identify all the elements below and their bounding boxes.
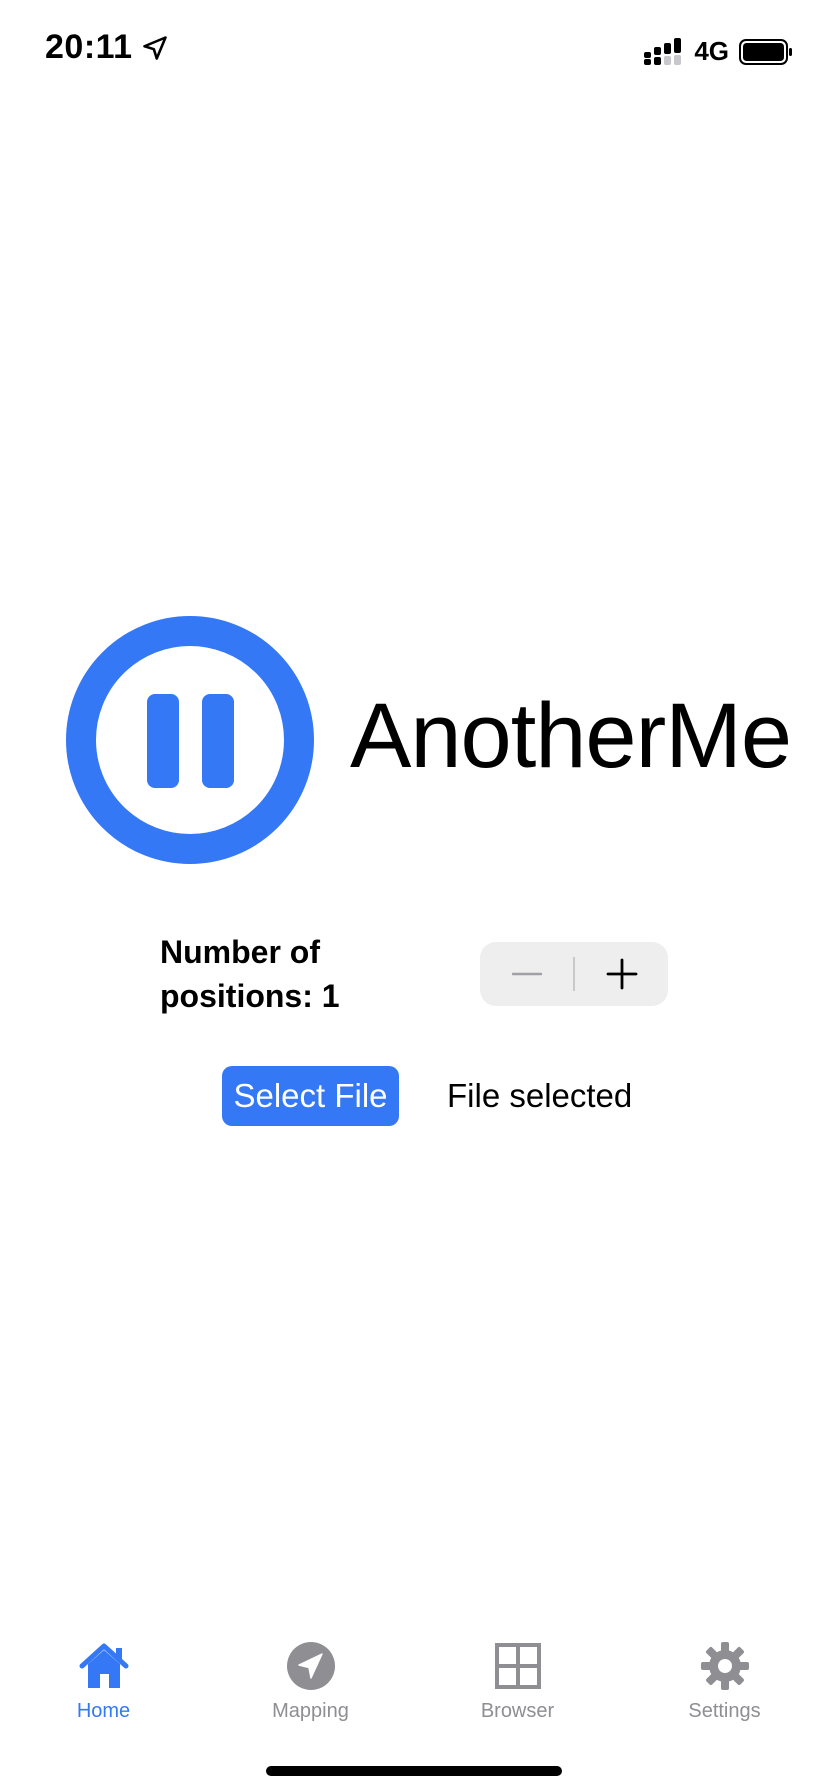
battery-icon — [739, 38, 792, 65]
location-arrow-icon — [142, 35, 167, 60]
tab-browser-label: Browser — [480, 1700, 555, 1722]
tab-home-label: Home — [76, 1700, 131, 1722]
tab-mapping-label: Mapping — [272, 1700, 349, 1722]
file-status: File selected — [447, 1077, 633, 1114]
status-time: 20:11 — [45, 28, 169, 67]
decrement-button[interactable] — [480, 942, 573, 1006]
grid-icon — [494, 1643, 541, 1689]
gear-icon — [700, 1642, 749, 1690]
status-bar: 20:11 4G — [0, 0, 828, 100]
navigation-arrow-icon — [286, 1642, 335, 1690]
positions-stepper — [480, 942, 668, 1006]
tab-mapping[interactable]: Mapping — [207, 1620, 414, 1730]
select-file-button[interactable]: Select File — [222, 1066, 399, 1126]
network-type: 4G — [694, 36, 729, 66]
tab-browser[interactable]: Browser — [414, 1620, 621, 1730]
home-indicator — [266, 1766, 562, 1776]
home-icon — [79, 1643, 128, 1688]
pause-circle-icon — [66, 616, 314, 864]
positions-label: Number of positions: 1 — [160, 930, 410, 1018]
time-text: 20:11 — [45, 28, 133, 66]
tab-settings[interactable]: Settings — [621, 1620, 828, 1730]
positions-label-line1: Number of — [160, 934, 320, 970]
tab-settings-label: Settings — [688, 1700, 761, 1722]
increment-button[interactable] — [575, 942, 668, 1006]
tab-bar: Home Mapping Browser Settings — [0, 1620, 828, 1730]
signal-icon — [644, 37, 682, 65]
status-indicators: 4G — [644, 36, 793, 67]
minus-icon — [511, 972, 542, 976]
tab-home[interactable]: Home — [0, 1620, 207, 1730]
app-name: AnotherMe — [350, 685, 792, 787]
plus-icon — [606, 958, 637, 990]
app-logo: AnotherMe — [66, 616, 792, 864]
positions-label-line2: positions: 1 — [160, 978, 340, 1014]
